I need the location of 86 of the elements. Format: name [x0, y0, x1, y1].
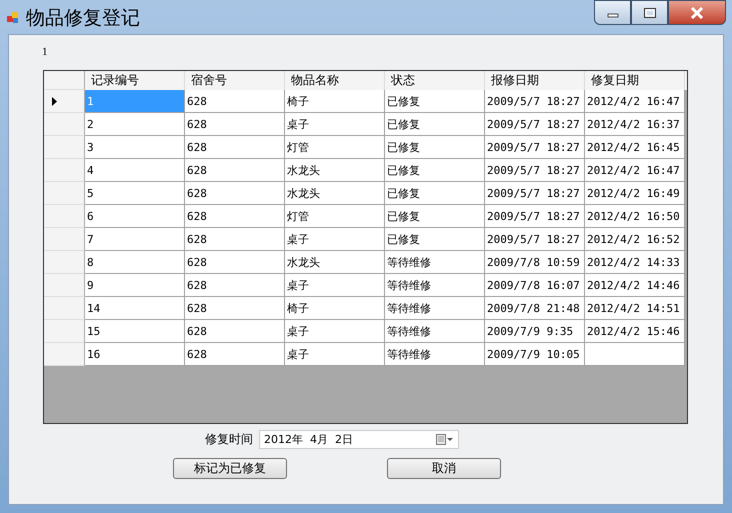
table-cell: 已修复 — [385, 136, 485, 159]
table-cell: 2009/5/7 18:27 — [485, 228, 585, 251]
table-cell: 4 — [85, 159, 185, 182]
table-cell: 2009/5/7 18:27 — [485, 136, 585, 159]
table-cell: 等待维修 — [385, 320, 485, 343]
table-cell: 3 — [85, 136, 185, 159]
minimize-button[interactable] — [594, 0, 631, 25]
table-cell: 9 — [85, 274, 185, 297]
table-cell: 2009/5/7 18:27 — [485, 182, 585, 205]
table-cell: 椅子 — [285, 297, 385, 320]
table-cell: 椅子 — [285, 90, 385, 113]
action-button[interactable]: 标记为已修复 — [173, 458, 287, 479]
table-cell: 628 — [185, 251, 285, 274]
table-cell: 14 — [85, 297, 185, 320]
table-cell: 桌子 — [285, 113, 385, 136]
calendar-dropdown-icon — [436, 434, 454, 445]
table-cell: 628 — [185, 320, 285, 343]
date-picker[interactable]: 2012年 4月 2日 — [259, 430, 459, 449]
current-row-icon — [52, 96, 57, 106]
table-cell: 628 — [185, 113, 285, 136]
table-cell: 2012/4/2 16:52 — [585, 228, 685, 251]
window-title: 物品修复登记 — [26, 6, 140, 30]
table-cell: 2012/4/2 15:46 — [585, 320, 685, 343]
table-cell: 2009/5/7 18:27 — [485, 159, 585, 182]
table-cell: 2009/7/9 10:05 — [485, 343, 585, 366]
table-cell: 2009/7/8 10:59 — [485, 251, 585, 274]
table-cell: 已修复 — [385, 159, 485, 182]
table-cell: 2012/4/2 16:50 — [585, 205, 685, 228]
app-icon — [6, 10, 20, 24]
table-cell: 桌子 — [285, 228, 385, 251]
table-cell: 已修复 — [385, 205, 485, 228]
table-cell: 已修复 — [385, 113, 485, 136]
table-cell: 1 — [85, 90, 185, 113]
table-cell: 6 — [85, 205, 185, 228]
table-cell: 628 — [185, 136, 285, 159]
table-cell: 2012/4/2 14:51 — [585, 297, 685, 320]
table-cell: 水龙头 — [285, 251, 385, 274]
table-cell: 已修复 — [385, 90, 485, 113]
table-cell: 已修复 — [385, 182, 485, 205]
table-cell: 2012/4/2 16:45 — [585, 136, 685, 159]
table-cell: 桌子 — [285, 274, 385, 297]
table-cell: 2009/7/9 9:35 — [485, 320, 585, 343]
table-cell: 7 — [85, 228, 185, 251]
table-cell: 等待维修 — [385, 297, 485, 320]
close-icon — [690, 6, 704, 18]
table-cell: 628 — [185, 90, 285, 113]
close-button[interactable] — [668, 0, 726, 25]
action-button[interactable]: 取消 — [387, 458, 501, 479]
table-cell: 628 — [185, 343, 285, 366]
table-cell: 桌子 — [285, 320, 385, 343]
table-cell: 等待维修 — [385, 343, 485, 366]
record-label: 1 — [42, 46, 48, 58]
table-cell: 2009/7/8 16:07 — [485, 274, 585, 297]
table-cell: 2009/5/7 18:27 — [485, 90, 585, 113]
table-cell: 水龙头 — [285, 182, 385, 205]
table-cell: 等待维修 — [385, 274, 485, 297]
table-cell: 628 — [185, 182, 285, 205]
table-cell: 水龙头 — [285, 159, 385, 182]
table-cell: 628 — [185, 228, 285, 251]
table-cell: 灯管 — [285, 136, 385, 159]
table-cell: 628 — [185, 159, 285, 182]
table-cell: 2009/7/8 21:48 — [485, 297, 585, 320]
maximize-icon — [642, 6, 656, 18]
table-cell: 已修复 — [385, 228, 485, 251]
table-cell: 2012/4/2 16:47 — [585, 159, 685, 182]
date-label: 修复时间 — [205, 431, 253, 448]
table-cell: 2012/4/2 16:37 — [585, 113, 685, 136]
table-cell: 桌子 — [285, 343, 385, 366]
table-cell: 628 — [185, 274, 285, 297]
row-header[interactable] — [44, 90, 85, 113]
table-cell: 5 — [85, 182, 185, 205]
table-cell: 8 — [85, 251, 185, 274]
table-cell: 2012/4/2 14:33 — [585, 251, 685, 274]
table-cell: 灯管 — [285, 205, 385, 228]
table-cell: 2 — [85, 113, 185, 136]
maximize-button[interactable] — [631, 0, 668, 25]
table-cell: 628 — [185, 297, 285, 320]
table-cell: 2009/5/7 18:27 — [485, 205, 585, 228]
table-cell: 628 — [185, 205, 285, 228]
table-cell: 2012/4/2 16:47 — [585, 90, 685, 113]
table-cell: 2009/5/7 18:27 — [485, 113, 585, 136]
table-cell: 2012/4/2 16:49 — [585, 182, 685, 205]
table-cell: 等待维修 — [385, 251, 485, 274]
table-cell: 15 — [85, 320, 185, 343]
table-cell: 2012/4/2 14:46 — [585, 274, 685, 297]
table-cell: 16 — [85, 343, 185, 366]
